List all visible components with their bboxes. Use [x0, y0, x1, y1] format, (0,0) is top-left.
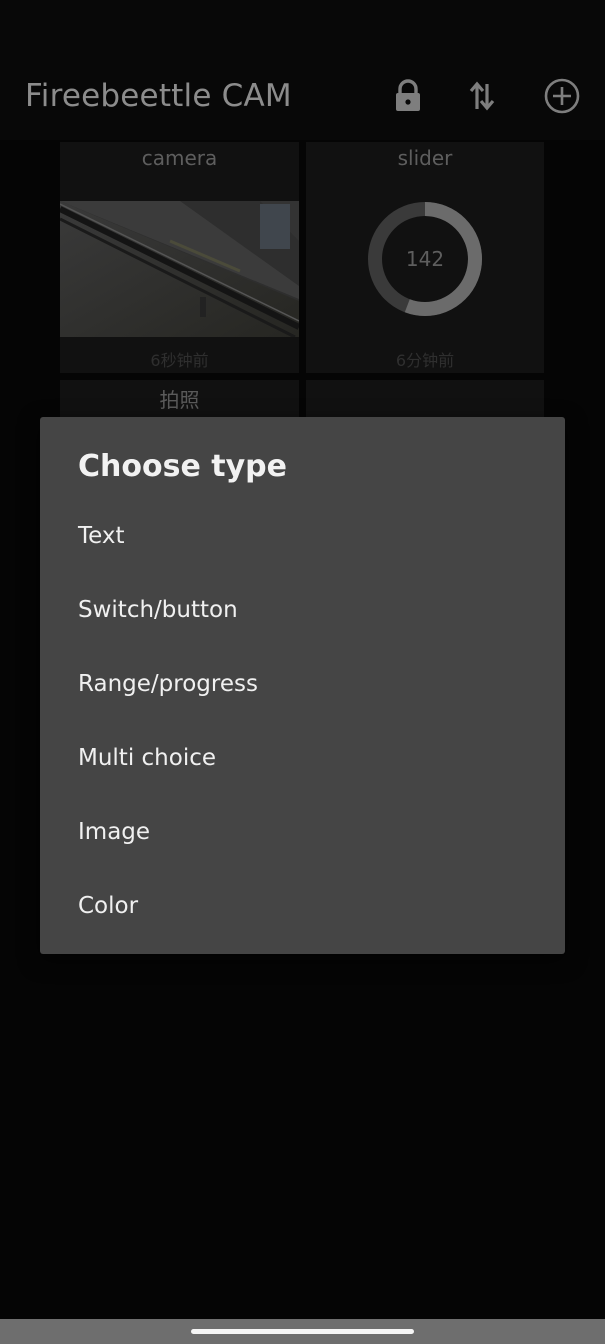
- camera-snapshot-image: [60, 201, 299, 337]
- slider-widget-card[interactable]: slider 142 6分钟前: [306, 142, 544, 373]
- option-text[interactable]: Text: [40, 499, 565, 573]
- capture-button-label: 拍照: [159, 388, 200, 412]
- camera-widget-timestamp: 6秒钟前: [150, 351, 209, 370]
- app-screen: Fireebeettle CAM camera 6秒钟前 slider 142 …: [0, 0, 605, 1344]
- app-bar: Fireebeettle CAM: [0, 0, 605, 140]
- option-range-progress[interactable]: Range/progress: [40, 647, 565, 721]
- home-indicator[interactable]: [191, 1329, 414, 1334]
- camera-widget-card[interactable]: camera 6秒钟前: [60, 142, 299, 373]
- option-color[interactable]: Color: [40, 869, 565, 943]
- choose-type-dialog: Choose type Text Switch/button Range/pro…: [40, 417, 565, 954]
- camera-widget-title: camera: [141, 146, 218, 170]
- capture-button-widget[interactable]: 拍照: [60, 380, 299, 420]
- option-image[interactable]: Image: [40, 795, 565, 869]
- slider-value: 142: [405, 247, 445, 271]
- option-switch-button[interactable]: Switch/button: [40, 573, 565, 647]
- add-circle-icon[interactable]: [542, 76, 582, 116]
- system-navigation-bar: [0, 1319, 605, 1344]
- app-title: Fireebeettle CAM: [25, 78, 292, 114]
- slider-widget-timestamp: 6分钟前: [395, 351, 455, 370]
- empty-widget-card[interactable]: [306, 380, 544, 420]
- slider-widget-title: slider: [397, 146, 453, 170]
- lock-icon[interactable]: [388, 76, 428, 116]
- option-multi-choice[interactable]: Multi choice: [40, 721, 565, 795]
- sort-icon[interactable]: [462, 76, 502, 116]
- dialog-title: Choose type: [78, 449, 287, 484]
